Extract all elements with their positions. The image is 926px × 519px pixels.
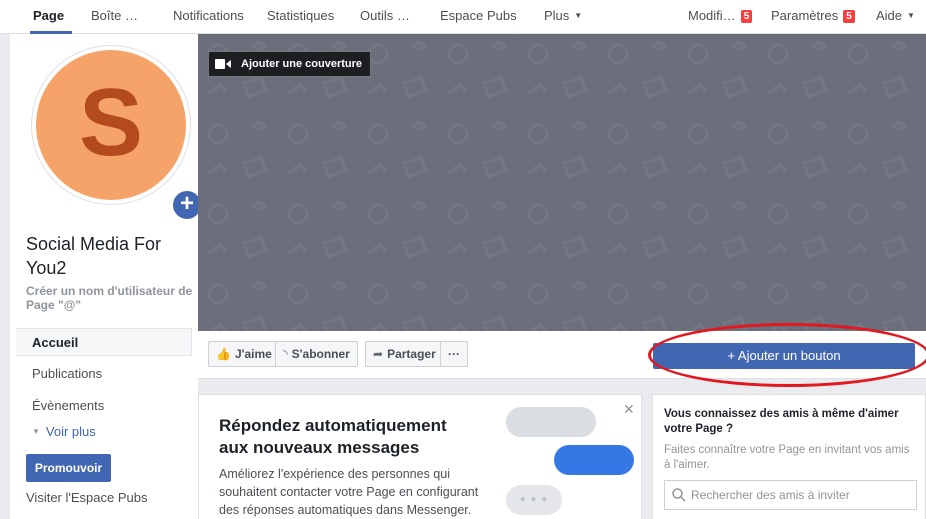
- profile-picture[interactable]: S +: [32, 46, 204, 222]
- tab-more[interactable]: Plus ▼: [544, 8, 582, 23]
- tab-ads-space[interactable]: Espace Pubs: [440, 8, 517, 23]
- share-arrow-icon: ➦: [373, 347, 384, 361]
- tab-help-label: Aide: [876, 8, 903, 23]
- auto-reply-card: Répondez automatiquement aux nouveaux me…: [198, 394, 642, 519]
- cover-pattern-background: [198, 34, 926, 331]
- avatar: S: [36, 50, 186, 200]
- chat-bubble-illustration: [506, 407, 596, 437]
- invite-description: Faites connaître votre Page en invitant …: [664, 444, 910, 471]
- sidebar-item-posts[interactable]: Publications: [16, 360, 192, 388]
- like-label: J'aime: [234, 347, 272, 361]
- video-camera-icon: [215, 59, 231, 69]
- avatar-letter: S: [78, 69, 144, 176]
- chat-bubble-illustration: [554, 445, 634, 475]
- add-cover-label: Ajouter une couverture: [241, 58, 363, 70]
- tab-edit[interactable]: Modifi… 5: [688, 8, 753, 23]
- like-button[interactable]: 👍 J'aime: [208, 341, 280, 367]
- invite-friends-card: Vous connaissez des amis à même d'aimer …: [652, 394, 926, 519]
- invite-title: Vous connaissez des amis à même d'aimer …: [664, 408, 899, 435]
- visit-ads-space-link[interactable]: Visiter l'Espace Pubs: [26, 490, 147, 505]
- tab-settings-label: Paramètres: [771, 8, 839, 23]
- friend-search-placeholder: Rechercher des amis à inviter: [691, 488, 850, 502]
- sidebar-item-events[interactable]: Évènements: [16, 392, 192, 420]
- follow-button[interactable]: ◝ S'abonner: [275, 341, 358, 367]
- promote-button[interactable]: Promouvoir: [26, 454, 111, 482]
- share-label: Partager: [387, 347, 436, 361]
- tab-edit-label: Modifi…: [688, 8, 736, 23]
- tab-tools[interactable]: Outils …: [360, 8, 410, 23]
- notification-badge: 5: [740, 10, 753, 23]
- page-title: Social Media For You2: [26, 234, 162, 278]
- cover-photo-area[interactable]: Ajouter une couverture: [198, 34, 926, 331]
- tab-notifications[interactable]: Notifications: [173, 8, 244, 23]
- tab-inbox[interactable]: Boîte …: [91, 8, 138, 23]
- caret-down-icon: ▼: [574, 11, 583, 20]
- auto-reply-description: Améliorez l'expérience des personnes qui…: [219, 467, 479, 517]
- more-dots-icon: ···: [448, 347, 460, 361]
- tab-more-label: Plus: [544, 8, 570, 23]
- thumbs-up-icon: 👍: [216, 347, 231, 361]
- follow-label: S'abonner: [291, 347, 350, 361]
- sidebar-see-more[interactable]: ▼ Voir plus: [16, 418, 192, 446]
- tab-settings[interactable]: Paramètres 5: [771, 8, 855, 23]
- left-sidebar: S + Social Media For You2 Créer un nom d…: [10, 34, 204, 519]
- see-more-label: Voir plus: [45, 424, 96, 439]
- more-options-button[interactable]: ···: [440, 341, 468, 367]
- close-icon[interactable]: ✕: [623, 401, 635, 418]
- auto-reply-title: Répondez automatiquement aux nouveaux me…: [219, 416, 447, 457]
- friend-search-input[interactable]: Rechercher des amis à inviter: [664, 480, 917, 510]
- share-button[interactable]: ➦ Partager: [365, 341, 444, 367]
- tab-page[interactable]: Page: [33, 8, 64, 23]
- add-cover-button[interactable]: Ajouter une couverture: [208, 51, 372, 77]
- caret-down-icon: ▼: [907, 11, 915, 20]
- notification-badge: 5: [843, 10, 855, 23]
- highlight-ellipse: [648, 323, 926, 387]
- page-top-nav: Page Boîte … Notifications Statistiques …: [0, 0, 926, 34]
- tab-help[interactable]: Aide ▼: [876, 8, 915, 23]
- typing-indicator-illustration: ● ● ●: [506, 485, 562, 515]
- search-icon: [672, 488, 686, 502]
- triangle-down-icon: ▼: [32, 427, 40, 436]
- tab-statistics[interactable]: Statistiques: [267, 8, 334, 23]
- rss-icon: ◝: [283, 347, 288, 361]
- create-username-link[interactable]: Créer un nom d'utilisateur de Page "@": [26, 284, 196, 312]
- sidebar-item-home[interactable]: Accueil: [16, 328, 192, 356]
